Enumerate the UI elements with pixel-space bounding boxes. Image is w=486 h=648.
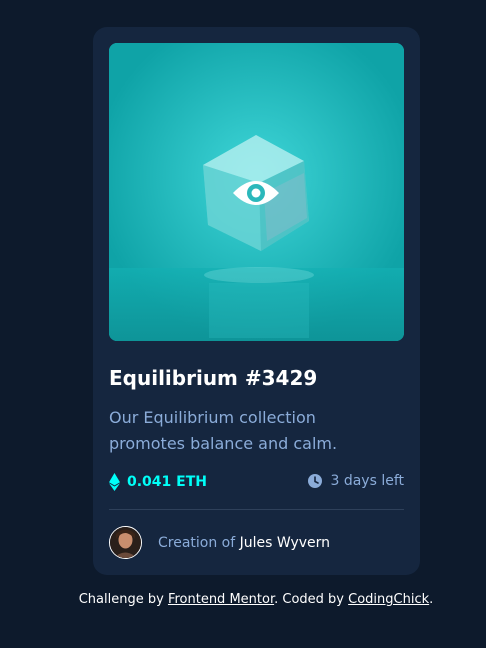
attribution: Challenge by Frontend Mentor. Coded by C… (0, 592, 486, 607)
time-left-info: 3 days left (308, 473, 404, 489)
time-left-value: 3 days left (330, 473, 404, 489)
price-info: 0.041 ETH (109, 473, 207, 491)
divider (109, 509, 404, 510)
creator-info: Creation of Jules Wyvern (109, 526, 330, 559)
attribution-suffix: . (429, 592, 434, 607)
nft-image[interactable] (109, 43, 404, 341)
frontend-mentor-link[interactable]: Frontend Mentor (168, 592, 274, 607)
avatar (109, 526, 142, 559)
ethereum-icon (109, 473, 120, 491)
attribution-prefix: Challenge by (78, 592, 164, 607)
equilibrium-cube-image (109, 43, 404, 341)
clock-icon (308, 474, 323, 488)
attribution-middle: . Coded by (274, 592, 344, 607)
nft-card: Equilibrium #3429 Our Equilibrium collec… (93, 27, 420, 575)
nft-title[interactable]: Equilibrium #3429 (109, 366, 317, 390)
nft-meta: 0.041 ETH 3 days left (109, 473, 404, 493)
price-value: 0.041 ETH (127, 474, 207, 490)
coding-chick-link[interactable]: CodingChick (348, 592, 429, 607)
nft-description: Our Equilibrium collection promotes bala… (109, 408, 338, 453)
creator-prefix: Creation of (158, 534, 236, 551)
creator-name-link[interactable]: Jules Wyvern (240, 535, 330, 551)
creator-text: Creation of Jules Wyvern (158, 535, 330, 551)
